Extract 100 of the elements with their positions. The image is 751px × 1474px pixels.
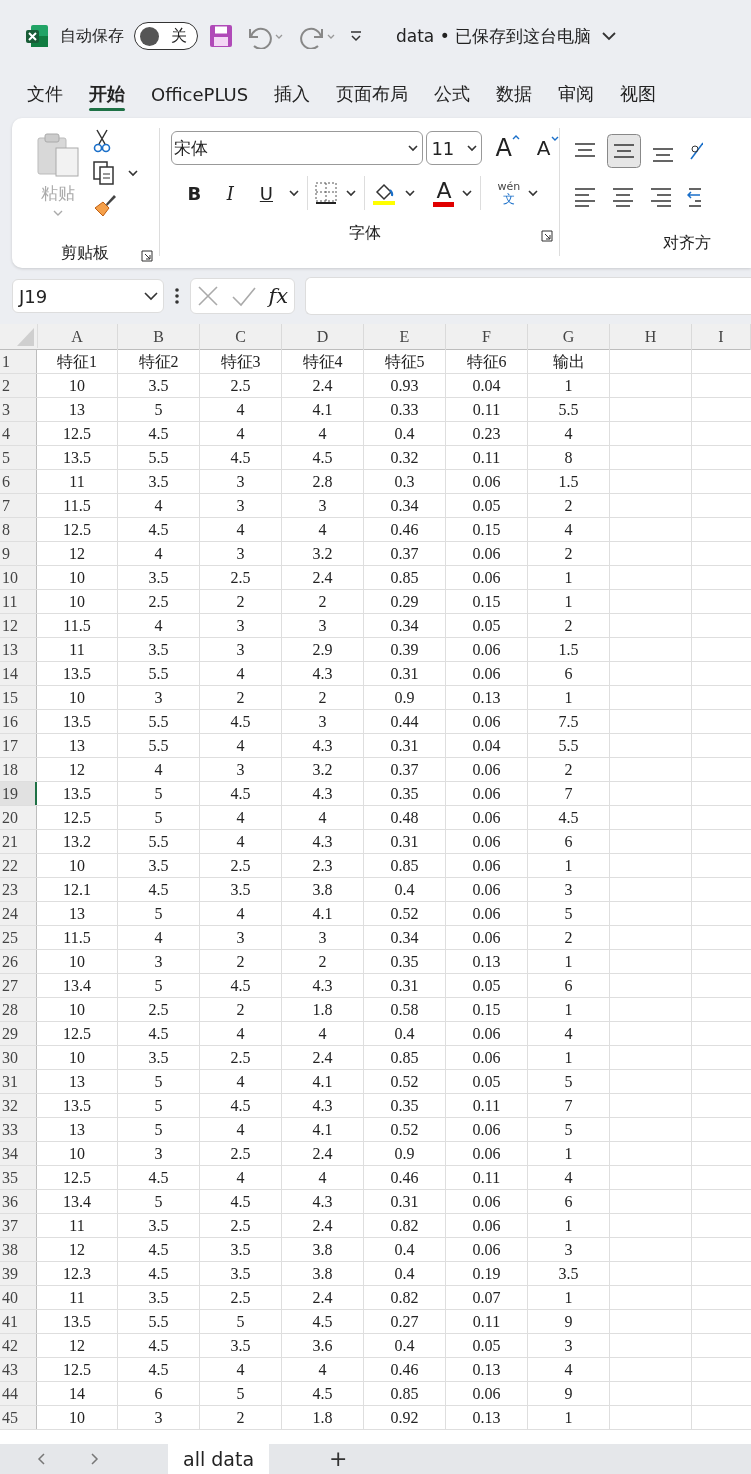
chevron-down-icon[interactable]: [126, 168, 140, 178]
row-header[interactable]: 16: [0, 710, 37, 733]
row-header[interactable]: 21: [0, 830, 37, 853]
row-header[interactable]: 39: [0, 1262, 37, 1285]
menu-tab[interactable]: 页面布局: [323, 76, 422, 112]
row-header[interactable]: 31: [0, 1070, 37, 1093]
chevron-left-icon[interactable]: [36, 1452, 48, 1466]
row-header[interactable]: 17: [0, 734, 37, 757]
row-header[interactable]: 28: [0, 998, 37, 1021]
menu-tab[interactable]: OfficePLUS: [138, 77, 262, 111]
chevron-down-icon[interactable]: [344, 188, 359, 198]
row-header[interactable]: 22: [0, 854, 37, 877]
column-header[interactable]: A: [37, 324, 118, 350]
chevron-down-icon[interactable]: [406, 143, 421, 153]
underline-button[interactable]: U: [251, 182, 282, 204]
chevron-down-icon[interactable]: [460, 188, 475, 198]
column-header[interactable]: B: [118, 324, 200, 350]
row-header[interactable]: 23: [0, 878, 37, 901]
row-header[interactable]: 36: [0, 1190, 37, 1213]
row-header[interactable]: 18: [0, 758, 37, 781]
document-title[interactable]: data • 已保存到这台电脑: [396, 24, 592, 48]
menu-tab[interactable]: 文件: [14, 76, 76, 112]
menu-tab[interactable]: 开始: [76, 76, 138, 112]
column-header[interactable]: D: [282, 324, 364, 350]
row-header[interactable]: 40: [0, 1286, 37, 1309]
row-header[interactable]: 29: [0, 1022, 37, 1045]
row-header[interactable]: 10: [0, 566, 37, 589]
increase-font-button[interactable]: A: [495, 134, 520, 162]
sheet-tab[interactable]: all data: [168, 1444, 270, 1474]
row-header[interactable]: 33: [0, 1118, 37, 1141]
row-header[interactable]: 15: [0, 686, 37, 709]
row-header[interactable]: 12: [0, 614, 37, 637]
row-header[interactable]: 6: [0, 470, 37, 493]
chevron-down-icon[interactable]: [403, 188, 418, 198]
dialog-launcher-icon[interactable]: [140, 250, 153, 262]
borders-icon[interactable]: [314, 181, 339, 205]
row-header[interactable]: 11: [0, 590, 37, 613]
chevron-down-icon[interactable]: [287, 188, 302, 198]
menu-tab[interactable]: 数据: [483, 76, 546, 112]
column-header[interactable]: F: [446, 324, 528, 350]
chevron-down-icon[interactable]: [526, 188, 541, 198]
row-header[interactable]: 4: [0, 422, 37, 445]
customize-toolbar-icon[interactable]: [348, 28, 364, 44]
clipboard-icon[interactable]: [34, 132, 82, 178]
row-header[interactable]: 8: [0, 518, 37, 541]
row-header[interactable]: 44: [0, 1382, 37, 1405]
column-header[interactable]: I: [692, 324, 751, 350]
font-size-dropdown[interactable]: 11: [426, 131, 483, 165]
chevron-right-icon[interactable]: [88, 1452, 100, 1466]
row-header[interactable]: 25: [0, 926, 37, 949]
menu-tab[interactable]: 插入: [261, 76, 324, 112]
row-header[interactable]: 13: [0, 638, 37, 661]
font-name-dropdown[interactable]: 宋体: [171, 131, 424, 165]
checkmark-icon[interactable]: [230, 285, 257, 307]
row-header[interactable]: 3: [0, 398, 37, 421]
row-header[interactable]: 27: [0, 974, 37, 997]
row-header[interactable]: 1: [0, 350, 37, 373]
row-header[interactable]: 30: [0, 1046, 37, 1069]
row-header[interactable]: 41: [0, 1310, 37, 1333]
add-sheet-button[interactable]: +: [329, 1444, 348, 1474]
row-header[interactable]: 14: [0, 662, 37, 685]
row-header[interactable]: 38: [0, 1238, 37, 1261]
formula-input[interactable]: [305, 277, 751, 315]
align-middle-icon[interactable]: [607, 133, 642, 168]
more-options-icon[interactable]: [174, 287, 180, 305]
dialog-launcher-icon[interactable]: [540, 230, 553, 242]
column-header[interactable]: C: [200, 324, 282, 350]
row-header[interactable]: 24: [0, 902, 37, 925]
phonetic-guide-button[interactable]: wén 文: [497, 181, 521, 205]
column-header[interactable]: H: [610, 324, 692, 350]
menu-tab[interactable]: 公式: [421, 76, 484, 112]
paintbrush-icon[interactable]: [92, 192, 118, 218]
row-header[interactable]: 45: [0, 1406, 37, 1429]
row-header[interactable]: 42: [0, 1334, 37, 1357]
bold-button[interactable]: B: [179, 182, 210, 204]
chevron-down-icon[interactable]: [143, 290, 159, 302]
row-header[interactable]: 32: [0, 1094, 37, 1117]
scissors-icon[interactable]: [92, 128, 112, 154]
row-header[interactable]: 34: [0, 1142, 37, 1165]
row-header[interactable]: 19: [0, 782, 37, 805]
row-header[interactable]: 5: [0, 446, 37, 469]
save-icon[interactable]: [208, 23, 234, 49]
insert-function-button[interactable]: fx: [268, 284, 289, 308]
row-header[interactable]: 26: [0, 950, 37, 973]
italic-button[interactable]: I: [215, 182, 246, 204]
row-header[interactable]: 7: [0, 494, 37, 517]
autosave-toggle[interactable]: 关: [134, 22, 198, 50]
name-box[interactable]: J19: [12, 279, 164, 313]
copy-icon[interactable]: [92, 160, 116, 186]
menu-tab[interactable]: 视图: [607, 76, 670, 112]
row-header[interactable]: 35: [0, 1166, 37, 1189]
menu-tab[interactable]: 审阅: [545, 76, 608, 112]
row-header[interactable]: 20: [0, 806, 37, 829]
row-header[interactable]: 37: [0, 1214, 37, 1237]
column-header[interactable]: E: [364, 324, 446, 350]
chevron-down-icon[interactable]: [465, 143, 480, 153]
row-header[interactable]: 2: [0, 374, 37, 397]
font-color-button[interactable]: A: [433, 179, 455, 207]
row-header[interactable]: 9: [0, 542, 37, 565]
column-header[interactable]: G: [528, 324, 610, 350]
